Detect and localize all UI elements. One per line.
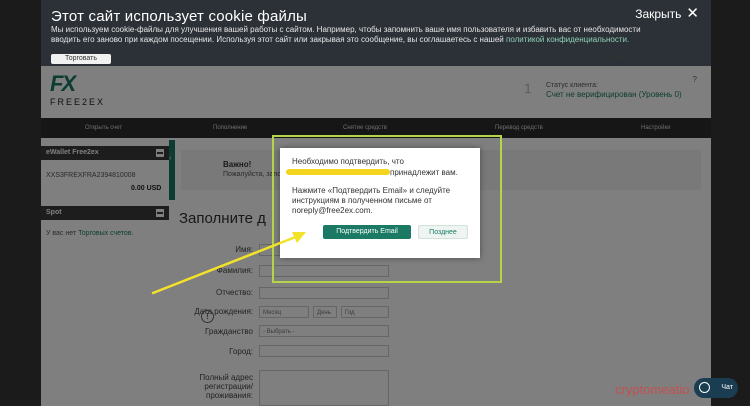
chat-icon xyxy=(699,382,710,393)
chat-label: Чат xyxy=(721,384,733,391)
watermark: cryptomeatio xyxy=(615,382,690,397)
annotation-arrow-icon xyxy=(151,232,306,295)
chat-button[interactable]: Чат xyxy=(694,378,738,398)
